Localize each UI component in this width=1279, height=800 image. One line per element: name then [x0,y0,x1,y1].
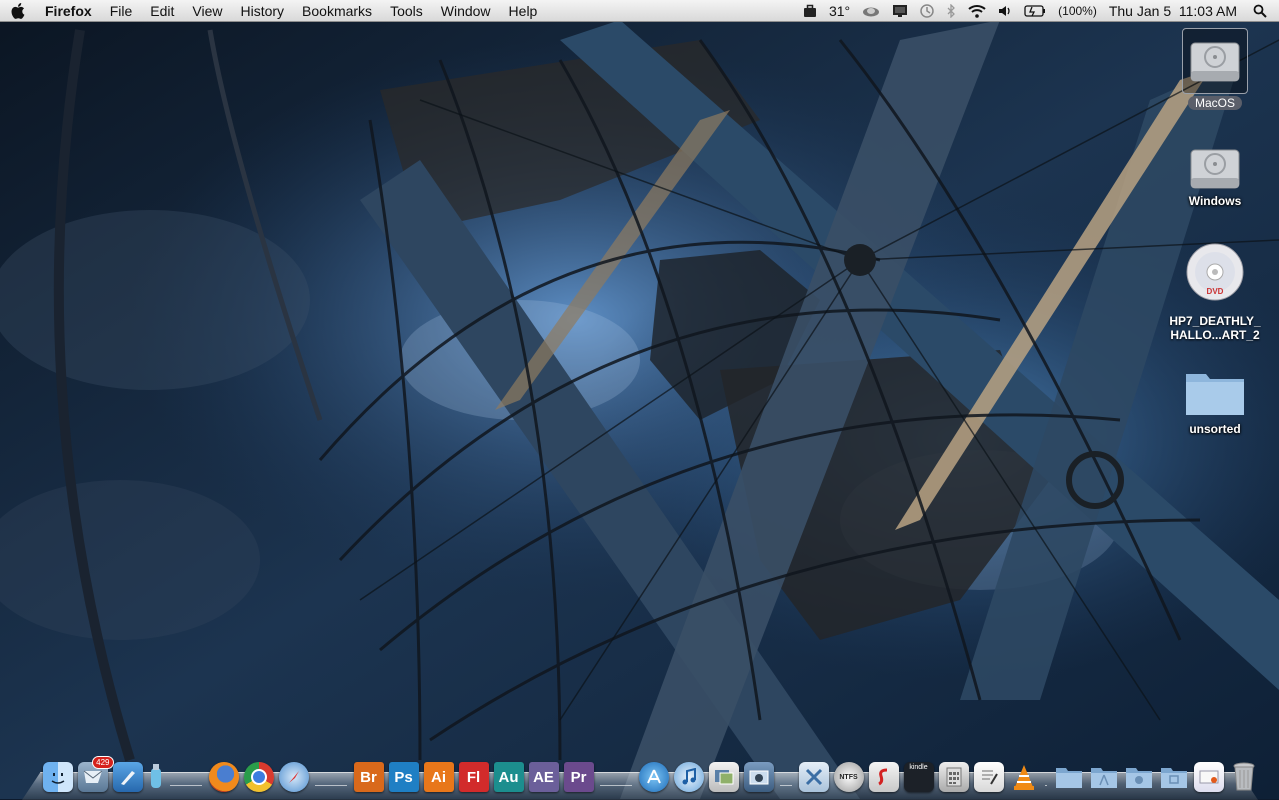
itunes-icon[interactable] [673,762,704,792]
dock-separator [776,762,796,792]
mail-icon[interactable]: 429 [77,756,114,792]
xcode-icon[interactable] [112,762,143,792]
menu-file[interactable]: File [101,3,142,19]
folder-icon [1183,360,1247,424]
kindle-icon[interactable]: kindle [903,762,934,792]
desktop-icon-label: unsorted [1189,422,1241,436]
migration-icon[interactable] [798,762,829,792]
status-menus: 31° (100%) Thu Jan 5 11:03 AM [797,0,1279,22]
desktop-icon-windows[interactable]: Windows [1160,140,1270,208]
menu-help[interactable]: Help [500,3,547,19]
desktop-icon-macos[interactable]: MacOS [1160,28,1270,110]
menu-history[interactable]: History [231,3,293,19]
safari-icon[interactable] [278,762,309,792]
menu-tools[interactable]: Tools [381,3,432,19]
menu-window[interactable]: Window [432,3,500,19]
sbp-icon[interactable] [868,762,899,792]
dock-separator [596,762,636,792]
kindle-label: kindle [909,764,928,771]
firefox-icon[interactable] [208,762,239,792]
chrome-icon[interactable] [243,762,274,792]
desktop-wallpaper [0,0,1279,799]
mail-unread-badge: 429 [92,756,114,769]
hard-drive-icon [1182,28,1248,94]
svg-text:DVD: DVD [1207,287,1224,296]
dock-separator [166,762,206,792]
audition-icon[interactable]: Au [493,762,524,792]
usb-drive-icon[interactable] [148,762,164,792]
volume-icon[interactable] [992,4,1018,18]
menubar-clock[interactable]: Thu Jan 5 11:03 AM [1103,3,1243,19]
vlc-icon[interactable] [1009,762,1039,792]
menu-bar: Firefox File Edit View History Bookmarks… [0,0,1279,22]
pictures-folder-icon[interactable] [1159,762,1189,792]
weather-temperature[interactable]: 31° [823,3,856,19]
desktop-icon-unsorted[interactable]: unsorted [1160,360,1270,436]
flash-icon[interactable]: Fl [458,762,489,792]
spotlight-search-icon[interactable] [1243,4,1279,18]
dock-separator [1041,762,1051,792]
calculator-icon[interactable] [938,762,969,792]
documents-folder-icon[interactable] [1089,762,1119,792]
downloads-folder-icon[interactable] [1124,762,1154,792]
photoshop-icon[interactable]: Ps [388,762,419,792]
desktop-icon-label-line1: HP7_DEATHLY_ [1169,314,1261,328]
desktop-icon-dvd[interactable]: DVD HP7_DEATHLY_ HALLO...ART_2 [1160,240,1270,342]
ntfs-label: NTFS [839,773,858,781]
after-effects-icon[interactable]: AE [528,762,559,792]
dvd-disc-icon: DVD [1183,240,1247,304]
desktop-icon-label: Windows [1188,194,1242,208]
menu-edit[interactable]: Edit [141,3,183,19]
iphoto-icon[interactable] [743,762,774,792]
desktop-icon-label-line2: HALLO...ART_2 [1170,328,1260,342]
premiere-icon[interactable]: Pr [563,762,594,792]
display-icon[interactable] [886,4,914,18]
time-machine-icon[interactable] [914,3,940,18]
app-store-icon[interactable] [638,762,669,792]
dock: 429 Br Ps Ai Fl Au AE Pr NTFS kindle [30,752,1254,792]
desktop-icon-label: MacOS [1187,96,1242,110]
illustrator-icon[interactable]: Ai [423,762,454,792]
battery-icon[interactable] [1018,4,1052,17]
bridge-icon[interactable]: Br [353,762,384,792]
finder-icon[interactable] [42,762,73,792]
dock-separator [311,762,351,792]
preview-icon[interactable] [708,762,739,792]
menu-bookmarks[interactable]: Bookmarks [293,3,381,19]
battery-percentage[interactable]: (100%) [1052,4,1103,18]
document-stack-icon[interactable] [1193,762,1224,792]
menu-view[interactable]: View [183,3,231,19]
briefcase-icon[interactable] [797,4,823,18]
bluetooth-icon[interactable] [940,3,962,18]
apple-menu-icon[interactable] [0,2,36,19]
applications-folder-icon[interactable] [1054,762,1084,792]
wifi-icon[interactable] [962,4,992,18]
menu-app-firefox[interactable]: Firefox [36,3,101,19]
ntfs-icon[interactable]: NTFS [833,762,864,792]
textedit-icon[interactable] [973,762,1004,792]
cloud-icon[interactable] [856,5,886,17]
trash-icon[interactable] [1229,762,1259,792]
